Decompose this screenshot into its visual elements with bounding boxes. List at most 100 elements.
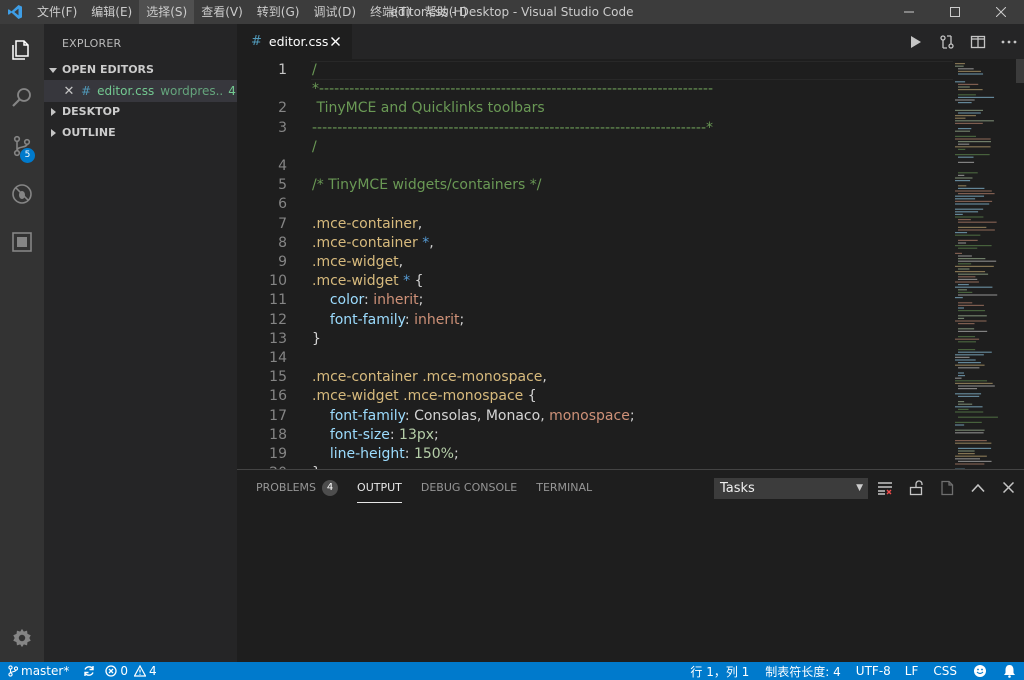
code-line: .mce-widget .mce-monospace { [312, 388, 537, 405]
code-line: } [312, 330, 321, 347]
code-line: /* TinyMCE widgets/containers */ [312, 177, 542, 194]
menu-debug[interactable]: 调试(D) [306, 0, 363, 24]
settings-button[interactable] [0, 616, 44, 660]
code-line: font-family: inherit; [329, 311, 465, 328]
close-window-button[interactable] [978, 0, 1024, 24]
output-channel-select[interactable]: Tasks ▼ [714, 478, 868, 499]
open-editor-item[interactable]: ✕ # editor.css wordpres... 4 [44, 80, 237, 102]
line-number: 4 [278, 158, 287, 174]
output-channel-value: Tasks [720, 481, 755, 496]
code-line: .mce-widget * { [312, 273, 424, 290]
tab-problems[interactable]: PROBLEMS 4 [256, 470, 339, 505]
code-line: color: inherit; [329, 292, 424, 309]
error-icon [105, 665, 117, 677]
menu-file[interactable]: 文件(F) [30, 0, 84, 24]
line-number: 3 [278, 119, 287, 136]
close-tab-button[interactable] [328, 34, 342, 48]
ellipsis-icon [1001, 40, 1016, 43]
notifications-button[interactable] [995, 662, 1024, 680]
vscode-logo-icon [0, 0, 30, 24]
indentation-indicator[interactable]: 制表符长度: 4 [757, 662, 849, 680]
explorer-button[interactable] [0, 28, 44, 72]
clear-output-button[interactable] [869, 470, 900, 505]
line-number: 5 [278, 177, 287, 194]
code-editor[interactable]: 1234567891011121314151617181920 /*------… [237, 59, 1024, 469]
menu-go[interactable]: 转到(G) [250, 0, 307, 24]
editor-tab-bar: # editor.css [237, 24, 1024, 59]
line-number: 11 [269, 292, 287, 309]
tab-terminal[interactable]: TERMINAL [536, 470, 592, 505]
eol-indicator[interactable]: LF [898, 662, 926, 680]
code-line: *---------------------------------------… [312, 81, 714, 98]
open-changes-button[interactable] [931, 24, 962, 59]
minimap[interactable] [953, 59, 1016, 469]
code-line: .mce-widget, [312, 254, 404, 270]
chevron-up-icon [970, 483, 985, 492]
menu-bar: 文件(F) 编辑(E) 选择(S) 查看(V) 转到(G) 调试(D) 终端(T… [30, 0, 474, 24]
play-icon [910, 35, 921, 48]
menu-edit[interactable]: 编辑(E) [84, 0, 139, 24]
git-branch-icon [8, 665, 18, 677]
more-actions-button[interactable] [993, 24, 1024, 59]
minimize-button[interactable] [886, 0, 932, 24]
line-number: 8 [278, 234, 287, 251]
outline-header[interactable]: OUTLINE [44, 122, 237, 143]
css-file-icon: # [251, 34, 262, 49]
code-line: font-family: Consolas, Monaco, monospace… [329, 407, 635, 424]
problems-indicator[interactable]: 0 4 [100, 662, 161, 680]
tab-editor-css[interactable]: # editor.css [237, 24, 352, 59]
extensions-button[interactable] [0, 220, 44, 264]
sync-button[interactable] [78, 662, 100, 680]
activity-bar: 5 [0, 24, 44, 662]
tab-terminal-label: TERMINAL [536, 481, 593, 494]
current-line-highlight [311, 61, 953, 80]
explorer-icon [12, 40, 29, 60]
maximize-icon [950, 7, 960, 17]
tab-problems-label: PROBLEMS [256, 481, 317, 494]
chevron-right-icon [44, 128, 62, 137]
desktop-folder-header[interactable]: DESKTOP [44, 101, 237, 122]
maximize-button[interactable] [932, 0, 978, 24]
language-mode[interactable]: CSS [925, 662, 965, 680]
window-controls [886, 0, 1024, 24]
open-log-button[interactable] [931, 470, 962, 505]
open-editor-path: wordpres... [160, 84, 225, 98]
feedback-button[interactable] [965, 662, 995, 680]
open-editors-header[interactable]: OPEN EDITORS [44, 59, 237, 80]
tab-debug-console[interactable]: DEBUG CONSOLE [421, 470, 517, 505]
problems-count-badge: 4 [322, 479, 339, 496]
line-number: 17 [269, 407, 287, 424]
search-icon [12, 88, 31, 107]
editor-scrollbar[interactable] [1016, 59, 1024, 83]
desktop-folder-label: DESKTOP [62, 105, 121, 118]
menu-terminal[interactable]: 终端(T) [363, 0, 418, 24]
panel-tabs: PROBLEMS 4 OUTPUT DEBUG CONSOLE TERMINAL [237, 470, 592, 505]
line-number: 13 [269, 330, 287, 347]
warning-icon [133, 665, 146, 677]
lock-scroll-button[interactable] [900, 470, 931, 505]
maximize-panel-button[interactable] [962, 470, 993, 505]
encoding-indicator[interactable]: UTF-8 [849, 662, 898, 680]
split-editor-button[interactable] [962, 24, 993, 59]
line-number: 14 [269, 350, 287, 366]
line-number: 10 [269, 273, 287, 290]
tab-output-label: OUTPUT [357, 481, 402, 494]
line-number: 2 [278, 100, 287, 117]
branch-indicator[interactable]: master* [0, 662, 74, 680]
branch-name: master* [21, 664, 70, 678]
menu-selection[interactable]: 选择(S) [139, 0, 195, 24]
minimize-icon [904, 11, 914, 13]
debug-button[interactable] [0, 172, 44, 216]
cursor-position[interactable]: 行 1，列 1 [682, 662, 757, 680]
close-panel-button[interactable] [993, 470, 1024, 505]
tab-output[interactable]: OUTPUT [357, 470, 402, 505]
close-editor-icon[interactable]: ✕ [62, 84, 76, 99]
menu-help[interactable]: 帮助(H) [418, 0, 474, 24]
line-number: 7 [278, 215, 287, 232]
run-button[interactable] [900, 24, 931, 59]
chevron-down-icon [44, 66, 62, 74]
line-number: 9 [278, 254, 287, 270]
search-button[interactable] [0, 76, 44, 120]
menu-view[interactable]: 查看(V) [194, 0, 250, 24]
tab-label: editor.css [268, 34, 329, 49]
